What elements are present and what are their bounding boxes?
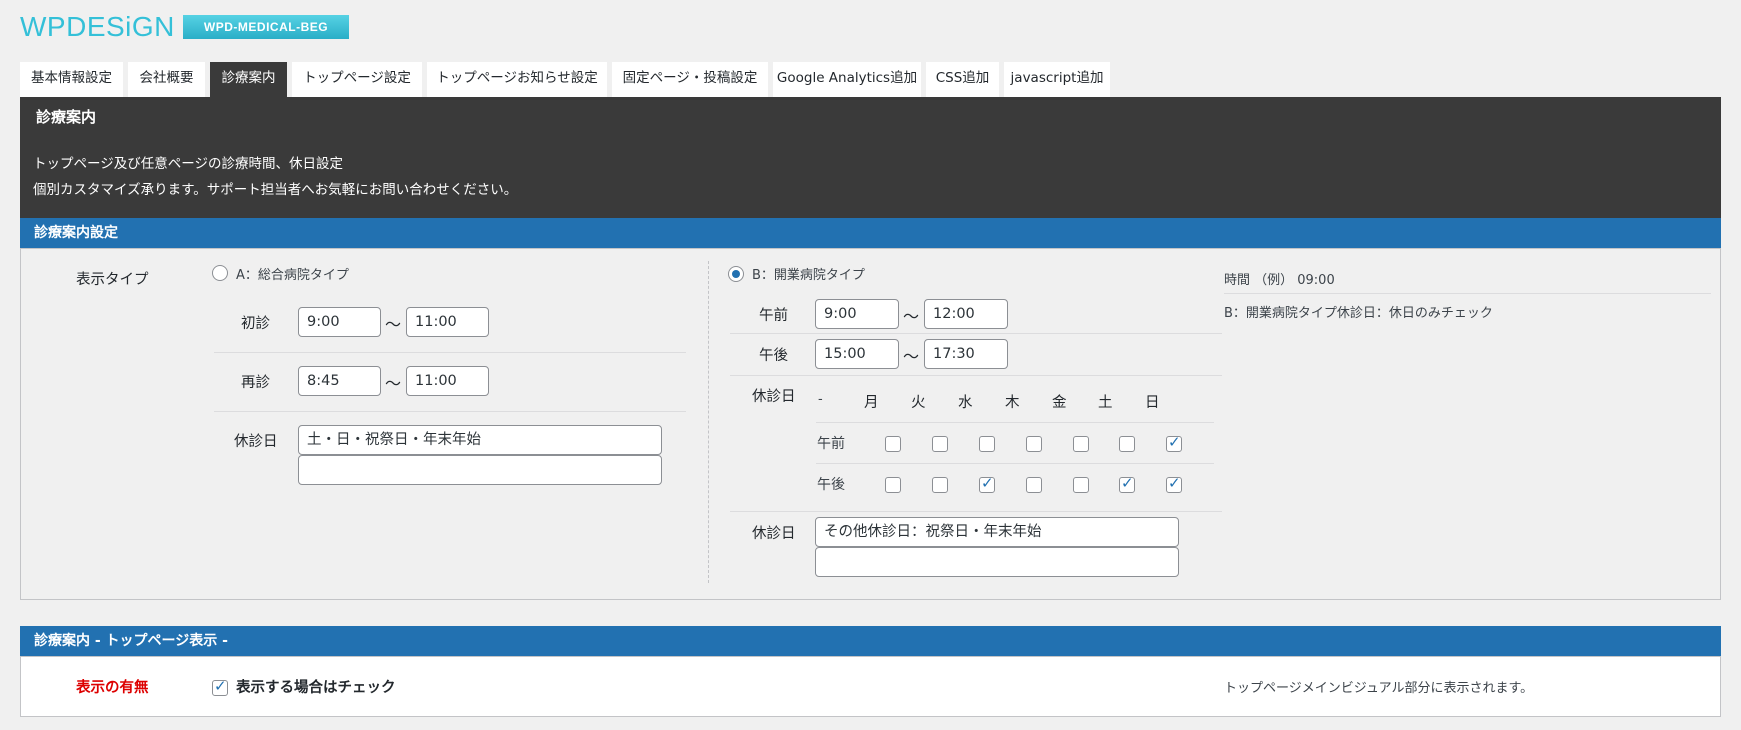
grid-row-am-label: 午前 bbox=[817, 436, 845, 452]
am-to-input[interactable]: 12:00 bbox=[924, 299, 1008, 329]
wpdesign-logo: WPDESiGN bbox=[20, 11, 175, 42]
tab-google-analytics[interactable]: Google Analytics追加 bbox=[773, 62, 921, 97]
closed-days-label: 休診日 bbox=[752, 389, 796, 405]
tab-medical-guide[interactable]: 診療案内 bbox=[210, 62, 287, 98]
tilde: 〜 bbox=[903, 347, 920, 366]
other-holiday-label: 休診日 bbox=[752, 526, 796, 542]
divider bbox=[816, 422, 1214, 423]
am-from-input[interactable]: 9:00 bbox=[815, 299, 899, 329]
tab-javascript[interactable]: javascript追加 bbox=[1004, 62, 1110, 97]
divider bbox=[214, 352, 686, 353]
pm-from-input[interactable]: 15:00 bbox=[815, 339, 899, 369]
type-a-holiday-input-1[interactable]: 土・日・祝祭日・年末年始 bbox=[298, 425, 662, 455]
intro-title: 診療案内 bbox=[36, 108, 97, 126]
revisit-to-input[interactable]: 11:00 bbox=[406, 366, 489, 396]
tab-company-overview[interactable]: 会社概要 bbox=[128, 62, 205, 97]
pm-to-input[interactable]: 17:30 bbox=[924, 339, 1008, 369]
intro-line-1: トップページ及び任意ページの診療時間、休日設定 bbox=[33, 156, 343, 172]
pm-closed-fri-checkbox[interactable] bbox=[1073, 477, 1089, 493]
tab-top-page-news-settings[interactable]: トップページお知らせ設定 bbox=[427, 62, 607, 97]
pm-closed-sun-checkbox[interactable] bbox=[1166, 474, 1182, 493]
first-visit-from-input[interactable]: 9:00 bbox=[298, 307, 381, 337]
am-closed-sun-checkbox[interactable] bbox=[1166, 433, 1182, 452]
tilde: 〜 bbox=[903, 307, 920, 326]
am-closed-sat-checkbox[interactable] bbox=[1119, 436, 1135, 452]
grid-header-dash: - bbox=[818, 392, 823, 407]
pm-label: 午後 bbox=[759, 348, 788, 364]
column-separator bbox=[708, 261, 709, 583]
tilde: 〜 bbox=[385, 374, 402, 393]
section-title: 診療案内 - トップページ表示 - bbox=[34, 633, 228, 649]
type-a-radio[interactable] bbox=[212, 265, 228, 281]
tab-top-page-settings[interactable]: トップページ設定 bbox=[292, 62, 422, 97]
tab-fixed-page-post-settings[interactable]: 固定ページ・投稿設定 bbox=[612, 62, 768, 97]
type-b-radio[interactable] bbox=[728, 266, 744, 282]
pm-closed-sat-checkbox[interactable] bbox=[1119, 474, 1135, 493]
weekday-fri: 金 bbox=[1052, 395, 1067, 411]
top-page-display-panel: 表示の有無 表示する場合はチェック トップページメインビジュアル部分に表示されま… bbox=[20, 656, 1721, 717]
first-visit-label: 初診 bbox=[241, 316, 270, 332]
am-label: 午前 bbox=[759, 308, 788, 324]
product-badge: WPD-MEDICAL-BEG bbox=[183, 15, 349, 39]
divider bbox=[730, 333, 1222, 334]
top-page-note: トップページメインビジュアル部分に表示されます。 bbox=[1224, 681, 1534, 696]
other-holiday-input-2[interactable] bbox=[815, 547, 1179, 577]
section-title: 診療案内設定 bbox=[34, 225, 118, 241]
section-medical-settings-header: 診療案内設定 bbox=[20, 218, 1721, 248]
divider bbox=[730, 375, 1222, 376]
intro-panel: 診療案内 トップページ及び任意ページの診療時間、休日設定 個別カスタマイズ承りま… bbox=[20, 97, 1721, 218]
display-type-label: 表示タイプ bbox=[76, 272, 149, 288]
am-closed-thu-checkbox[interactable] bbox=[1026, 436, 1042, 452]
pm-closed-wed-checkbox[interactable] bbox=[979, 474, 995, 493]
am-closed-tue-checkbox[interactable] bbox=[932, 436, 948, 452]
tab-css[interactable]: CSS追加 bbox=[926, 62, 999, 97]
divider bbox=[730, 511, 1222, 512]
weekday-thu: 木 bbox=[1005, 395, 1020, 411]
type-a-holiday-input-2[interactable] bbox=[298, 455, 662, 485]
weekday-sat: 土 bbox=[1098, 395, 1113, 411]
pm-closed-tue-checkbox[interactable] bbox=[932, 477, 948, 493]
type-a-holiday-label: 休診日 bbox=[234, 434, 278, 450]
weekday-mon: 月 bbox=[864, 395, 879, 411]
pm-closed-mon-checkbox[interactable] bbox=[885, 477, 901, 493]
medical-settings-panel: 表示タイプ A：総合病院タイプ 初診 9:00 〜 11:00 再診 8:45 … bbox=[20, 248, 1721, 600]
weekday-wed: 水 bbox=[958, 395, 973, 411]
revisit-label: 再診 bbox=[241, 375, 270, 391]
tilde: 〜 bbox=[385, 315, 402, 334]
divider bbox=[1224, 293, 1711, 294]
show-on-top-page-checkbox[interactable] bbox=[212, 677, 228, 696]
type-b-note: B：開業病院タイプ休診日：休日のみチェック bbox=[1224, 306, 1493, 321]
type-b-label: B：開業病院タイプ bbox=[752, 268, 865, 283]
divider bbox=[214, 411, 686, 412]
section-top-page-display-header: 診療案内 - トップページ表示 - bbox=[20, 626, 1721, 656]
intro-line-2: 個別カスタマイズ承ります。サポート担当者へお気軽にお問い合わせください。 bbox=[33, 182, 518, 198]
other-holiday-input-1[interactable]: その他休診日：祝祭日・年末年始 bbox=[815, 517, 1179, 547]
show-label: 表示の有無 bbox=[76, 680, 149, 696]
am-closed-wed-checkbox[interactable] bbox=[979, 436, 995, 452]
weekday-tue: 火 bbox=[911, 395, 926, 411]
first-visit-to-input[interactable]: 11:00 bbox=[406, 307, 489, 337]
revisit-from-input[interactable]: 8:45 bbox=[298, 366, 381, 396]
tab-basic-info[interactable]: 基本情報設定 bbox=[20, 62, 123, 97]
time-example-note: 時間 （例） 09:00 bbox=[1224, 273, 1335, 288]
am-closed-mon-checkbox[interactable] bbox=[885, 436, 901, 452]
divider bbox=[816, 463, 1214, 464]
am-closed-fri-checkbox[interactable] bbox=[1073, 436, 1089, 452]
weekday-sun: 日 bbox=[1145, 395, 1160, 411]
show-checkbox-label: 表示する場合はチェック bbox=[236, 680, 396, 696]
grid-row-pm-label: 午後 bbox=[817, 477, 845, 493]
type-a-label: A：総合病院タイプ bbox=[236, 268, 349, 283]
pm-closed-thu-checkbox[interactable] bbox=[1026, 477, 1042, 493]
